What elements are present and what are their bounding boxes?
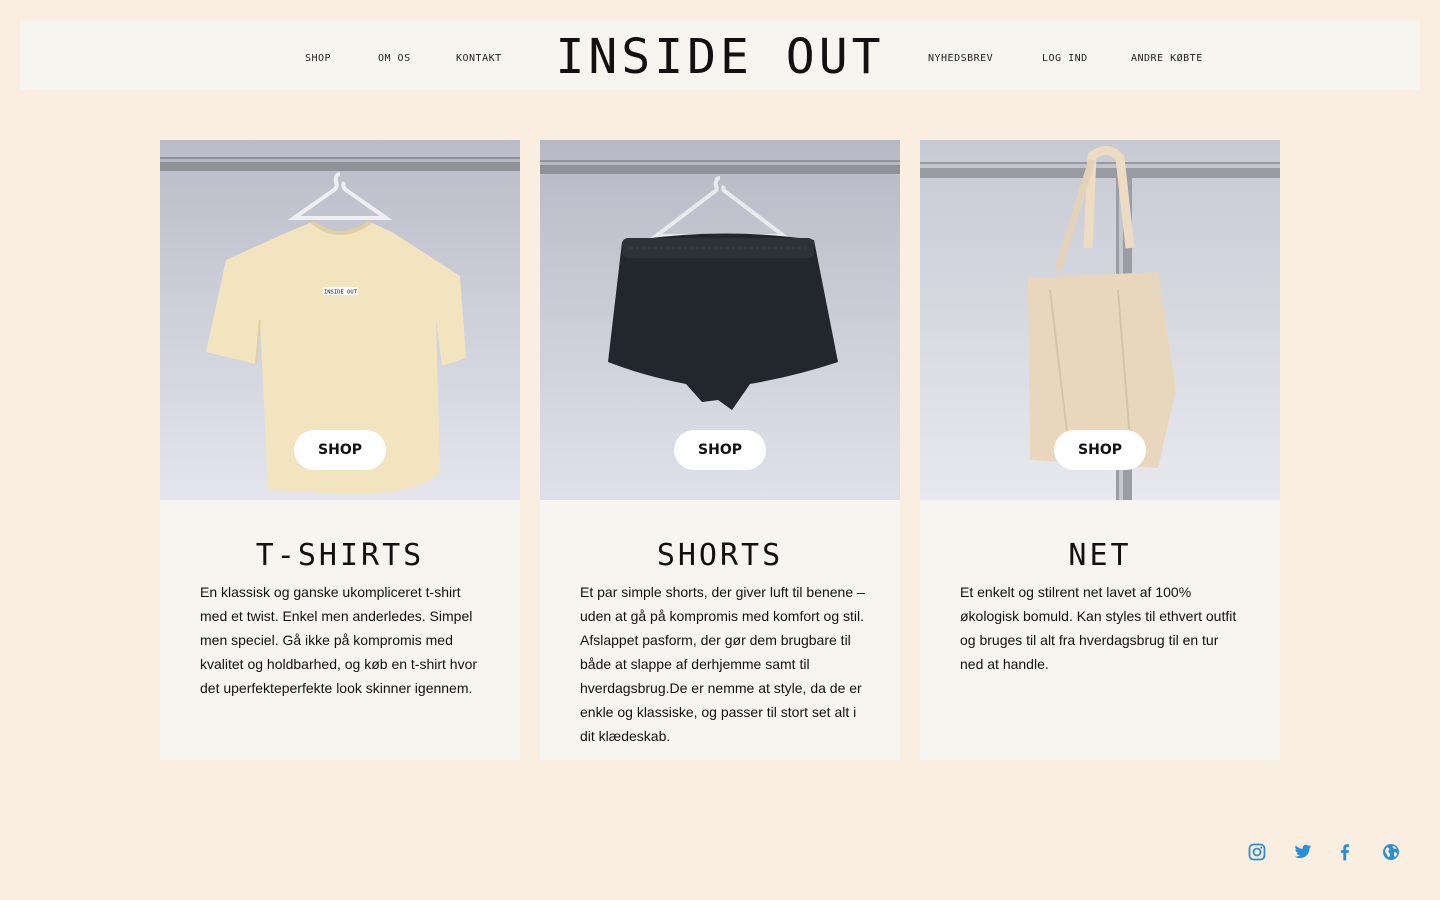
product-card-shorts: SHOP SHORTS Et par simple shorts, der gi… xyxy=(540,140,900,760)
shop-net-button[interactable]: SHOP xyxy=(1054,430,1146,470)
tote-bag-product-image: SHOP xyxy=(920,140,1280,500)
shorts-title: SHORTS xyxy=(656,538,784,573)
tshirt-print-text: INSIDE OUT xyxy=(324,290,358,296)
shorts-description: Et par simple shorts, der giver luft til… xyxy=(580,584,865,744)
net-description: Et enkelt og stilrent net lavet af 100% … xyxy=(960,584,1237,672)
nav-log-ind-link[interactable]: LOG IND xyxy=(1042,53,1088,64)
twitter-icon[interactable] xyxy=(1294,843,1312,861)
nav-nyhedsbrev-link[interactable]: NYHEDSBREV xyxy=(928,53,993,64)
globe-icon[interactable] xyxy=(1382,843,1400,861)
tshirts-description: En klassisk og ganske ukompliceret t-shi… xyxy=(200,584,478,696)
shorts-product-image: SHOP xyxy=(540,140,900,500)
product-card-net: SHOP NET Et enkelt og stilrent net lavet… xyxy=(920,140,1280,760)
shop-shorts-button[interactable]: SHOP xyxy=(674,430,766,470)
top-navigation-bar: SHOP OM OS KONTAKT INSIDE OUT NYHEDSBREV… xyxy=(20,20,1420,90)
tshirts-title: T-SHIRTS xyxy=(255,538,425,573)
instagram-icon[interactable] xyxy=(1248,843,1266,861)
product-card-tshirts: INSIDE OUT SHOP T-SHIRTS En klassisk og … xyxy=(160,140,520,760)
net-title: NET xyxy=(1068,538,1132,573)
site-logo[interactable]: INSIDE OUT xyxy=(20,31,1420,83)
nav-andre-kobte-link[interactable]: ANDRE KØBTE xyxy=(1131,53,1203,64)
tshirt-product-image: INSIDE OUT SHOP xyxy=(160,140,520,500)
facebook-icon[interactable] xyxy=(1336,843,1354,861)
shop-tshirts-button[interactable]: SHOP xyxy=(294,430,386,470)
